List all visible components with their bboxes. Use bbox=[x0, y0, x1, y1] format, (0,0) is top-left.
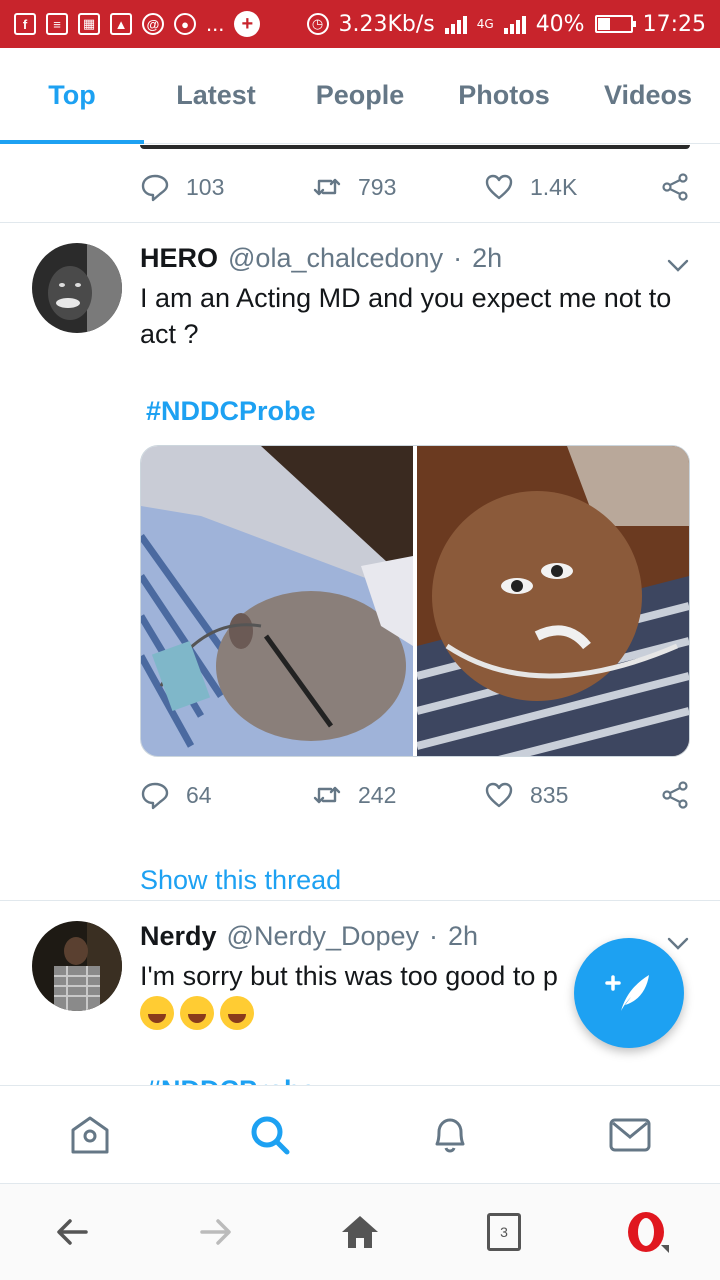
more-notifications: ... bbox=[206, 11, 225, 36]
retweet-count: 793 bbox=[358, 173, 397, 200]
user-handle[interactable]: @ola_chalcedony bbox=[228, 243, 443, 274]
retweet-icon bbox=[313, 178, 341, 196]
arrow-left-icon bbox=[57, 1219, 88, 1245]
previous-tweet-actions: 103 793 1.4K bbox=[140, 167, 690, 207]
bell-icon bbox=[435, 1118, 465, 1152]
timestamp: 2h bbox=[448, 921, 479, 951]
search-tabs: Top Latest People Photos Videos bbox=[0, 48, 720, 144]
opera-menu-button[interactable] bbox=[608, 1192, 688, 1272]
show-thread-link[interactable]: Show this thread bbox=[140, 865, 700, 896]
image-icon: ▲ bbox=[110, 13, 132, 35]
plus-icon: + bbox=[234, 11, 261, 37]
retweet-button[interactable]: 242 bbox=[312, 780, 484, 810]
tab-photos[interactable]: Photos bbox=[432, 48, 576, 143]
tab-top[interactable]: Top bbox=[0, 48, 144, 144]
message-icon: ≡ bbox=[46, 13, 68, 35]
hashtag-link[interactable]: #NDDCProbe bbox=[140, 1075, 700, 1085]
separator: · bbox=[453, 243, 463, 273]
signal-icon-2 bbox=[503, 14, 526, 34]
hashtag-link[interactable]: #NDDCProbe bbox=[140, 396, 700, 427]
home-icon bbox=[71, 1116, 109, 1153]
previous-tweet-media[interactable] bbox=[140, 145, 690, 149]
tab-videos[interactable]: Videos bbox=[576, 48, 720, 143]
network-type: 4G bbox=[476, 17, 494, 31]
messages-button[interactable] bbox=[590, 1095, 670, 1175]
battery-percent: 40% bbox=[535, 11, 585, 37]
back-button[interactable] bbox=[32, 1192, 112, 1272]
heart-icon bbox=[485, 782, 513, 808]
reply-icon bbox=[141, 174, 169, 202]
search-icon bbox=[251, 1116, 290, 1154]
signal-icon bbox=[444, 14, 467, 34]
display-name[interactable]: HERO bbox=[140, 243, 218, 274]
browser-toolbar: 3 bbox=[0, 1183, 720, 1280]
share-button[interactable] bbox=[660, 780, 690, 810]
retweet-icon bbox=[313, 786, 341, 804]
media-photo-right[interactable] bbox=[417, 446, 689, 756]
tabs-button[interactable]: 3 bbox=[464, 1192, 544, 1272]
search-button[interactable] bbox=[230, 1095, 310, 1175]
like-button[interactable]: 835 bbox=[484, 780, 656, 810]
user-handle[interactable]: @Nerdy_Dopey bbox=[227, 921, 420, 952]
tab-latest[interactable]: Latest bbox=[144, 48, 288, 143]
facebook-icon: f bbox=[14, 13, 36, 35]
reply-count: 64 bbox=[186, 781, 212, 808]
at-icon: @ bbox=[142, 13, 164, 35]
compose-feather-icon bbox=[605, 975, 649, 1011]
laughing-emoji-icon bbox=[220, 996, 254, 1030]
avatar[interactable] bbox=[32, 921, 122, 1011]
compose-tweet-button[interactable] bbox=[574, 938, 684, 1048]
avatar[interactable] bbox=[32, 243, 122, 333]
battery-icon bbox=[594, 15, 636, 33]
like-count: 835 bbox=[530, 781, 569, 808]
retweet-button[interactable]: 793 bbox=[312, 172, 484, 202]
grid-icon: ▦ bbox=[78, 13, 100, 35]
status-bar: f ≡ ▦ ▲ @ ● ... + ◷ 3.23Kb/s 4G 40% 17:2… bbox=[0, 0, 720, 48]
tab-count: 3 bbox=[487, 1213, 521, 1251]
reply-button[interactable]: 64 bbox=[140, 780, 312, 810]
timestamp: 2h bbox=[472, 243, 503, 273]
arrow-right-icon bbox=[200, 1219, 231, 1245]
tab-people[interactable]: People bbox=[288, 48, 432, 143]
alarm-icon: ◷ bbox=[306, 13, 329, 35]
like-count: 1.4K bbox=[530, 173, 578, 200]
share-icon bbox=[662, 781, 688, 809]
tweet[interactable]: HERO @ola_chalcedony · 2h I am an Acting… bbox=[0, 223, 720, 900]
heart-icon bbox=[485, 174, 513, 200]
reply-button[interactable]: 103 bbox=[140, 172, 312, 202]
record-icon: ● bbox=[174, 13, 196, 35]
separator: · bbox=[429, 921, 439, 951]
browser-home-button[interactable] bbox=[320, 1192, 400, 1272]
retweet-count: 242 bbox=[358, 781, 397, 808]
bottom-navigation bbox=[0, 1085, 720, 1183]
tweet-actions: 64 242 835 bbox=[140, 775, 690, 815]
reply-icon bbox=[141, 782, 169, 810]
share-button[interactable] bbox=[660, 172, 690, 202]
display-name[interactable]: Nerdy bbox=[140, 921, 217, 952]
forward-button[interactable] bbox=[176, 1192, 256, 1272]
media-photo-left[interactable] bbox=[141, 446, 413, 756]
network-speed: 3.23Kb/s bbox=[338, 11, 435, 37]
home-icon bbox=[342, 1216, 378, 1248]
home-button[interactable] bbox=[50, 1095, 130, 1175]
mail-icon bbox=[609, 1118, 651, 1151]
laughing-emoji-icon bbox=[180, 996, 214, 1030]
opera-logo-icon bbox=[628, 1212, 669, 1253]
laughing-emoji-icon bbox=[140, 996, 174, 1030]
clock: 17:25 bbox=[642, 11, 706, 37]
tweet-media[interactable] bbox=[140, 445, 690, 757]
notification-icons: f ≡ ▦ ▲ @ ● ... + bbox=[14, 11, 261, 37]
reply-count: 103 bbox=[186, 173, 225, 200]
notifications-button[interactable] bbox=[410, 1095, 490, 1175]
tweet-header: HERO @ola_chalcedony · 2h bbox=[140, 243, 700, 274]
share-icon bbox=[662, 173, 688, 201]
like-button[interactable]: 1.4K bbox=[484, 172, 656, 202]
tweet-text: I am an Acting MD and you expect me not … bbox=[140, 283, 672, 349]
